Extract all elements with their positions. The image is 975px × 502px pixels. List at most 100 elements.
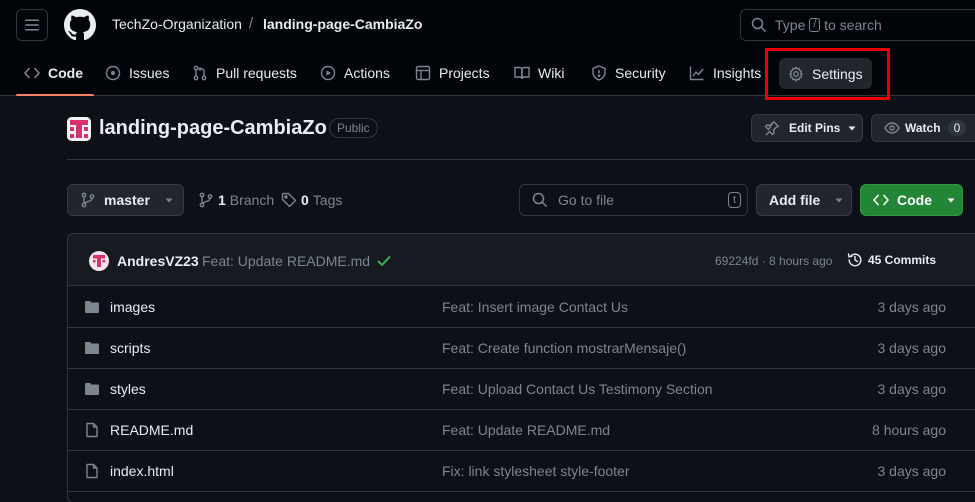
history-icon [847, 253, 862, 267]
search-shortcut-key: / [809, 18, 821, 32]
search-icon [751, 17, 767, 33]
tab-actions[interactable]: Actions [320, 58, 390, 88]
app-header: TechZo-Organization / landing-page-Cambi… [0, 0, 975, 96]
file-date: 3 days ago [877, 340, 947, 356]
chevron-down-icon [165, 198, 173, 203]
branch-name: master [104, 192, 150, 208]
commit-sha-time[interactable]: 69224fd · 8 hours ago [715, 254, 832, 268]
branch-count: 1 [218, 192, 226, 208]
breadcrumb-separator: / [249, 15, 254, 32]
tab-security[interactable]: Security [591, 58, 666, 88]
table-row[interactable]: README.md Feat: Update README.md 8 hours… [68, 410, 975, 451]
tab-insights-label: Insights [713, 65, 762, 81]
file-name[interactable]: README.md [110, 422, 193, 438]
github-logo-icon[interactable] [64, 9, 96, 41]
table-icon [415, 65, 431, 81]
file-date: 3 days ago [877, 299, 947, 315]
tab-projects-label: Projects [439, 65, 490, 81]
graph-icon [689, 66, 704, 81]
check-icon[interactable] [376, 253, 392, 269]
tag-icon [281, 192, 297, 208]
chevron-down-icon [947, 198, 955, 203]
tab-wiki-label: Wiki [538, 65, 565, 81]
watch-label: Watch [905, 121, 941, 135]
file-date: 3 days ago [877, 463, 947, 479]
chevron-down-icon [848, 126, 856, 131]
pin-icon [764, 121, 780, 136]
tab-pull-requests[interactable]: Pull requests [192, 58, 297, 88]
search-placeholder: Type / to search [775, 17, 882, 33]
add-file-button[interactable]: Add file [756, 184, 852, 216]
commits-link[interactable]: 45 Commits [847, 252, 936, 268]
commit-message[interactable]: Feat: Update README.md [202, 253, 370, 269]
issue-icon [105, 65, 121, 81]
file-commit-message[interactable]: Feat: Create function mostrarMensaje() [442, 340, 686, 356]
table-row[interactable]: styles Feat: Upload Contact Us Testimony… [68, 369, 975, 410]
tab-settings[interactable]: Settings [779, 58, 872, 89]
watch-button[interactable]: Watch 0 [871, 114, 975, 142]
branch-count-label: Branch [229, 192, 275, 208]
file-date: 3 days ago [877, 381, 947, 397]
hamburger-icon [25, 19, 39, 31]
tab-insights[interactable]: Insights [689, 58, 761, 88]
commit-author[interactable]: AndresVZ23 [117, 253, 199, 269]
tab-issues-label: Issues [129, 65, 170, 81]
tab-issues[interactable]: Issues [105, 58, 169, 88]
pull-request-icon [193, 65, 207, 81]
file-name[interactable]: scripts [110, 340, 150, 356]
tags-link[interactable]: 0 Tags [281, 192, 342, 208]
play-icon [320, 65, 336, 81]
folder-icon [85, 301, 99, 313]
eye-icon [884, 122, 900, 134]
go-to-file-input[interactable]: Go to file t [519, 184, 748, 216]
go-to-file-placeholder: Go to file [558, 192, 615, 208]
watch-count: 0 [947, 120, 967, 136]
edit-pins-button[interactable]: Edit Pins [751, 114, 863, 142]
file-commit-message[interactable]: Feat: Update README.md [442, 422, 610, 438]
tab-code[interactable]: Code [24, 58, 83, 88]
table-row[interactable]: images Feat: Insert image Contact Us 3 d… [68, 287, 975, 328]
search-input[interactable]: Type / to search [740, 9, 975, 41]
branch-selector[interactable]: master [67, 184, 184, 216]
tab-pull-requests-label: Pull requests [216, 65, 297, 81]
folder-icon [85, 383, 99, 395]
chevron-down-icon [835, 198, 843, 203]
shield-icon [592, 65, 606, 81]
table-row[interactable]: index.html Fix: link stylesheet style-fo… [68, 451, 975, 492]
tab-code-label: Code [48, 65, 83, 81]
file-icon [86, 463, 98, 479]
code-button-label: Code [897, 192, 932, 208]
file-name[interactable]: images [110, 299, 155, 315]
branch-icon [81, 192, 95, 208]
breadcrumb-repo[interactable]: landing-page-CambiaZo [263, 16, 422, 32]
folder-icon [85, 342, 99, 354]
book-icon [514, 66, 530, 80]
file-icon [86, 422, 98, 438]
repo-title[interactable]: landing-page-CambiaZo [99, 117, 327, 140]
file-commit-message[interactable]: Feat: Upload Contact Us Testimony Sectio… [442, 381, 713, 397]
file-name[interactable]: index.html [110, 463, 174, 479]
search-icon [532, 192, 548, 208]
gear-icon [789, 65, 803, 82]
menu-button[interactable] [16, 9, 48, 41]
file-name[interactable]: styles [110, 381, 146, 397]
commits-count: 45 Commits [868, 253, 937, 267]
edit-pins-label: Edit Pins [789, 121, 841, 135]
tag-count-label: Tags [312, 192, 343, 208]
code-button[interactable]: Code [860, 184, 963, 216]
branch-icon [199, 192, 213, 208]
active-tab-indicator [16, 94, 94, 96]
file-commit-message[interactable]: Feat: Insert image Contact Us [442, 299, 628, 315]
tab-wiki[interactable]: Wiki [514, 58, 564, 88]
file-commit-message[interactable]: Fix: link stylesheet style-footer [442, 463, 630, 479]
repo-avatar [67, 117, 91, 141]
latest-commit-bar: AndresVZ23 Feat: Update README.md 69224f… [68, 234, 975, 286]
branches-link[interactable]: 1 Branch [198, 192, 274, 208]
table-row[interactable]: scripts Feat: Create function mostrarMen… [68, 328, 975, 369]
tab-projects[interactable]: Projects [415, 58, 490, 88]
breadcrumb-owner[interactable]: TechZo-Organization [112, 16, 242, 32]
visibility-badge: Public [329, 118, 378, 138]
tag-count: 0 [301, 192, 309, 208]
avatar[interactable] [89, 251, 109, 271]
code-icon [873, 194, 889, 206]
